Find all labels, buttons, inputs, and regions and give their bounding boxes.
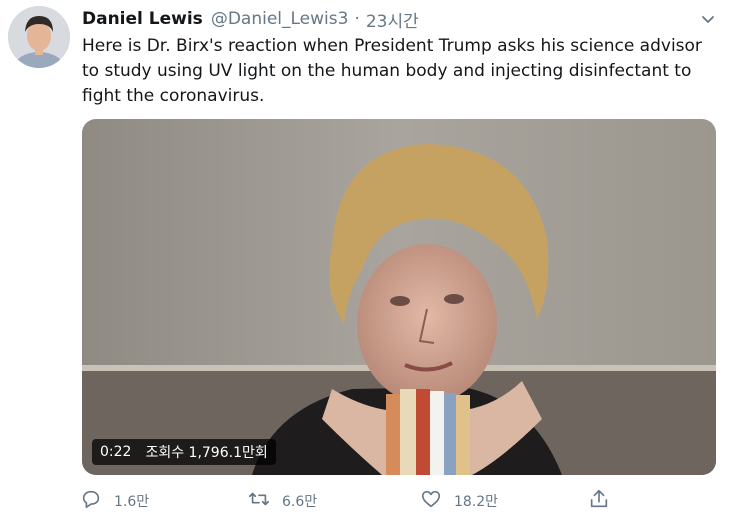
retweet-icon xyxy=(248,488,270,514)
video-player[interactable] xyxy=(82,119,716,475)
share-icon xyxy=(588,488,610,514)
author-handle[interactable]: @Daniel_Lewis3 xyxy=(211,9,349,29)
reply-button[interactable]: 1.6만 xyxy=(80,486,149,516)
video-duration: 0:22 xyxy=(100,444,132,460)
video-views: 조회수 1,796.1만회 xyxy=(145,445,268,461)
share-button[interactable] xyxy=(588,486,610,516)
separator: · xyxy=(354,9,360,29)
tweet-actions: 1.6만 6.6만 18.2만 xyxy=(78,486,638,516)
reply-icon xyxy=(80,488,102,514)
tweet-text: Here is Dr. Birx's reaction when Preside… xyxy=(82,36,702,106)
tweet-header: Daniel Lewis @Daniel_Lewis3 · 23시간 xyxy=(82,7,419,32)
reply-count: 1.6만 xyxy=(114,494,150,510)
like-count: 18.2만 xyxy=(454,494,499,510)
like-button[interactable]: 18.2만 xyxy=(420,486,498,516)
heart-icon xyxy=(420,488,442,514)
retweet-button[interactable]: 6.6만 xyxy=(248,486,317,516)
video-info-overlay: 0:22 조회수 1,796.1만회 xyxy=(92,439,276,465)
chevron-down-icon[interactable] xyxy=(699,10,717,28)
tweet-time[interactable]: 23시간 xyxy=(366,7,419,32)
author-name[interactable]: Daniel Lewis xyxy=(82,9,203,29)
avatar[interactable] xyxy=(8,6,70,68)
retweet-count: 6.6만 xyxy=(282,494,318,510)
